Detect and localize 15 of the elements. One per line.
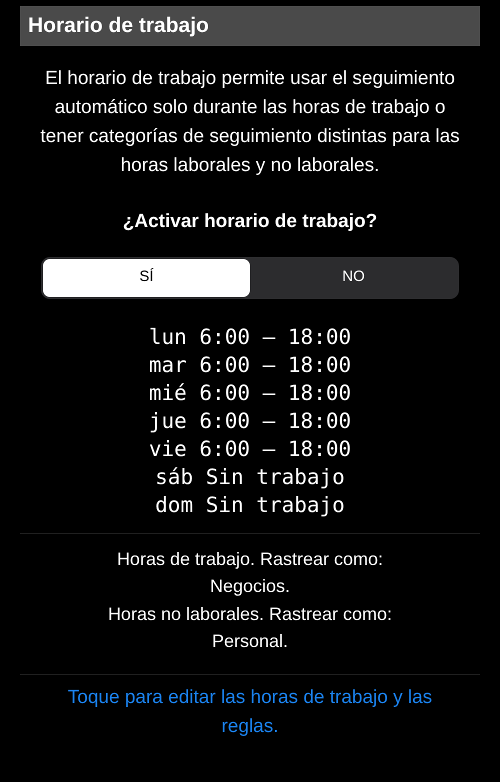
edit-hours-link[interactable]: Toque para editar las horas de trabajo y las reglas. xyxy=(50,682,450,740)
tracking-rule-text: Horas de trabajo. Rastrear como: Negocios. xyxy=(116,548,384,598)
segment-button[interactable]: NO xyxy=(250,258,457,296)
section-title: Horario de trabajo xyxy=(28,13,209,40)
schedule-line: mié 6:00 – 18:00 xyxy=(148,380,352,406)
schedule-line: vie 6:00 – 18:00 xyxy=(148,436,352,462)
description-text: El horario de trabajo permite usar el seguimiento automático solo durante las horas de trabajo o tener categorías de seguimiento distintas para las horas laborales y no laborales. xyxy=(40,67,460,178)
tracking-rule-text: Horas no laborales. Rastrear como: Personal. xyxy=(106,602,394,653)
schedule-line: jue 6:00 – 18:00 xyxy=(148,408,352,434)
schedule-line: mar 6:00 – 18:00 xyxy=(148,352,352,378)
question-text: ¿Activar horario de trabajo? xyxy=(122,210,378,234)
schedule-line: sáb Sin trabajo xyxy=(155,464,345,490)
segment-button[interactable]: SÍ xyxy=(43,258,250,296)
schedule-line: lun 6:00 – 18:00 xyxy=(148,324,352,350)
schedule-line: dom Sin trabajo xyxy=(155,492,345,518)
